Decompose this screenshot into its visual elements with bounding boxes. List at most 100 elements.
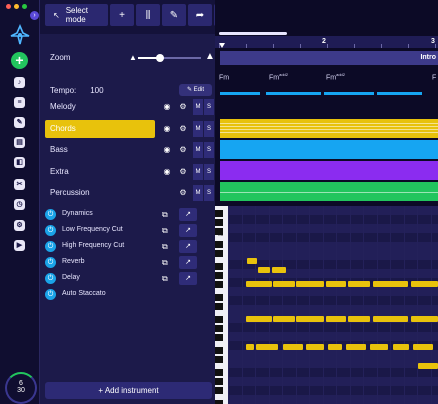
track-name[interactable]: Extra <box>45 163 155 181</box>
melody-marker[interactable] <box>377 92 422 95</box>
note-block[interactable] <box>393 344 409 350</box>
timeline-ruler[interactable]: 2 3 <box>215 36 438 48</box>
note-block[interactable] <box>348 281 370 287</box>
brush-button[interactable]: ➦ <box>188 4 212 26</box>
visibility-icon[interactable]: ◉ <box>162 145 172 155</box>
zoom-in-icon[interactable]: ▲ <box>205 51 215 62</box>
copy-icon[interactable]: ⧉ <box>162 258 168 268</box>
score-icon[interactable]: ≡ <box>14 97 25 108</box>
collapse-sidebar-button[interactable]: › <box>30 11 39 20</box>
automation-icon[interactable]: ↗ <box>179 224 197 237</box>
select-mode-button[interactable]: ↖ Select mode <box>45 4 108 26</box>
black-key[interactable] <box>215 303 223 310</box>
track-row-percussion[interactable]: Percussion ⚙ M S <box>45 184 214 202</box>
black-key[interactable] <box>215 356 223 363</box>
note-block[interactable] <box>373 281 408 287</box>
piano-keyboard[interactable]: C6 C5 <box>215 206 228 404</box>
note-block[interactable] <box>256 344 278 350</box>
note-block[interactable] <box>246 281 272 287</box>
lane-chords[interactable] <box>220 119 438 138</box>
black-key[interactable] <box>215 400 223 404</box>
note-block[interactable] <box>348 316 370 322</box>
melody-marker[interactable] <box>324 92 374 95</box>
note-block[interactable] <box>328 344 342 350</box>
playhead-marker[interactable] <box>219 43 225 48</box>
copy-icon[interactable]: ⧉ <box>162 242 168 252</box>
solo-button[interactable]: S <box>204 142 214 158</box>
zoom-slider[interactable] <box>138 54 201 62</box>
note-block[interactable] <box>273 316 295 322</box>
note-block[interactable] <box>246 344 254 350</box>
power-icon[interactable]: ⏻ <box>45 273 56 284</box>
chord-label[interactable]: Fm <box>219 72 229 81</box>
track-name[interactable]: Melody <box>45 98 155 116</box>
gear-icon[interactable]: ⚙ <box>178 102 188 112</box>
tempo-edit-button[interactable]: ✎ Edit <box>179 84 212 96</box>
solo-button[interactable]: S <box>204 121 214 137</box>
chord-label[interactable]: Fmadd2 <box>269 72 288 81</box>
add-instrument-button[interactable]: + Add instrument <box>45 382 212 399</box>
sampler-icon[interactable]: ◧ <box>14 157 25 168</box>
gear-icon[interactable]: ⚙ <box>178 167 188 177</box>
note-block[interactable] <box>413 344 433 350</box>
track-row-bass[interactable]: Bass ◉ ⚙ M S <box>45 141 214 159</box>
note-block[interactable] <box>283 344 303 350</box>
track-name[interactable]: Percussion <box>45 184 155 202</box>
note-block[interactable] <box>373 316 408 322</box>
copy-icon[interactable]: ⧉ <box>162 210 168 220</box>
pencil-button[interactable]: ✎ <box>162 4 186 26</box>
note-block[interactable] <box>418 363 438 369</box>
visibility-icon[interactable]: ◉ <box>162 124 172 134</box>
gear-icon[interactable]: ⚙ <box>178 188 188 198</box>
visibility-icon[interactable]: ◉ <box>162 102 172 112</box>
lane-percussion[interactable] <box>220 182 438 201</box>
lane-extra[interactable] <box>220 161 438 180</box>
play-icon[interactable]: ▶ <box>14 240 25 251</box>
automation-icon[interactable]: ↗ <box>179 256 197 269</box>
black-key[interactable] <box>215 387 223 394</box>
power-icon[interactable]: ⏻ <box>45 209 56 220</box>
chord-label[interactable]: Fmadd2 <box>326 72 345 81</box>
add-button[interactable]: + <box>110 4 134 26</box>
note-block[interactable] <box>247 258 257 264</box>
note-block[interactable] <box>258 267 270 273</box>
gear-icon[interactable]: ⚙ <box>178 145 188 155</box>
note-block[interactable] <box>370 344 388 350</box>
chord-label[interactable]: F <box>432 72 436 81</box>
black-key[interactable] <box>215 210 223 217</box>
note-block[interactable] <box>411 316 438 322</box>
solo-button[interactable]: S <box>204 164 214 180</box>
black-key[interactable] <box>215 250 223 257</box>
piano-roll[interactable]: C6 C5 <box>215 206 438 404</box>
automation-icon[interactable]: ↗ <box>179 208 197 221</box>
close-window-button[interactable] <box>6 4 11 9</box>
note-block[interactable] <box>326 281 346 287</box>
black-key[interactable] <box>215 272 223 279</box>
tempo-value[interactable]: 100 <box>90 86 103 95</box>
track-name[interactable]: Bass <box>45 141 155 159</box>
note-block[interactable] <box>296 281 324 287</box>
zoom-out-icon[interactable]: ▲ <box>129 53 137 62</box>
mute-button[interactable]: M <box>193 142 203 158</box>
black-key[interactable] <box>215 294 223 301</box>
note-block[interactable] <box>411 281 438 287</box>
power-icon[interactable]: ⏻ <box>45 225 56 236</box>
note-block[interactable] <box>326 316 346 322</box>
visibility-icon[interactable]: ◉ <box>162 167 172 177</box>
black-key[interactable] <box>215 347 223 354</box>
black-key[interactable] <box>215 219 223 226</box>
copy-icon[interactable]: ⧉ <box>162 226 168 236</box>
black-key[interactable] <box>215 334 223 341</box>
solo-button[interactable]: S <box>204 99 214 115</box>
settings-icon[interactable]: ⚙ <box>14 220 25 231</box>
note-block[interactable] <box>246 316 272 322</box>
melody-marker[interactable] <box>266 92 321 95</box>
note-block[interactable] <box>346 344 366 350</box>
track-row-melody[interactable]: Melody ◉ ⚙ M S <box>45 98 214 116</box>
black-key[interactable] <box>215 241 223 248</box>
note-grid[interactable] <box>228 206 438 404</box>
section-block[interactable]: Intro <box>220 51 438 65</box>
note-block[interactable] <box>273 281 295 287</box>
lane-bass[interactable] <box>220 140 438 159</box>
edit-icon[interactable]: ✎ <box>14 117 25 128</box>
